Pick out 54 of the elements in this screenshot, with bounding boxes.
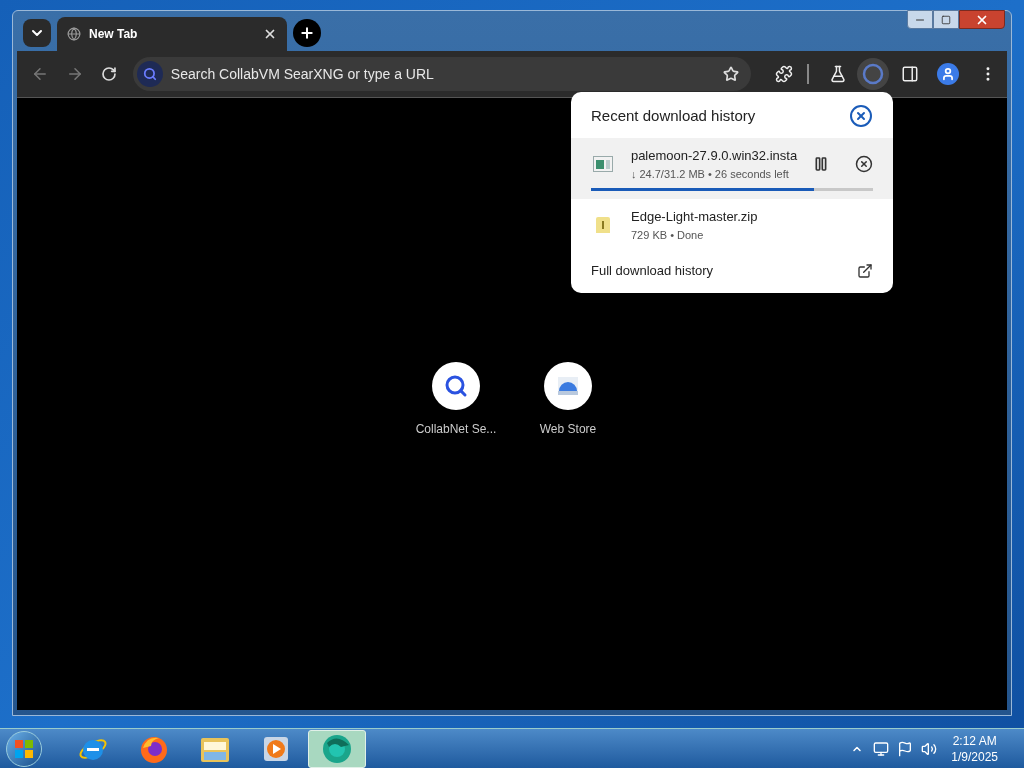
search-icon: [444, 374, 468, 398]
shortcut-label: Web Store: [539, 421, 597, 438]
close-tab-icon[interactable]: [263, 27, 277, 41]
download-item[interactable]: Edge-Light-master.zip 729 KB • Done: [571, 199, 893, 249]
profile-avatar[interactable]: [937, 63, 960, 85]
download-item[interactable]: palemoon-27.9.0.win32.insta ↓ 24.7/31.2 MB • 26 seconds left: [571, 138, 893, 199]
zip-folder-icon: [595, 215, 611, 235]
full-history-link[interactable]: Full download history: [591, 261, 714, 281]
start-button[interactable]: [6, 730, 42, 767]
plus-icon: [299, 25, 315, 41]
close-panel-icon[interactable]: [849, 104, 873, 128]
tab-title: New Tab: [89, 26, 139, 43]
back-icon[interactable]: [31, 65, 49, 83]
network-icon[interactable]: [873, 740, 890, 757]
taskbar-app[interactable]: [308, 729, 366, 768]
media-player-icon: [263, 735, 289, 762]
maximize-button[interactable]: [933, 10, 959, 29]
search-icon: [142, 67, 157, 81]
clock[interactable]: 2:12 AM 1/9/2025: [951, 732, 998, 765]
tab-search-button[interactable]: [23, 19, 51, 47]
maximize-icon: [941, 14, 951, 25]
shortcut-tile[interactable]: Web Store: [512, 362, 624, 438]
downloads-button[interactable]: [857, 58, 890, 90]
download-progress-ring-icon: [862, 63, 885, 85]
panel-title: Recent download history: [591, 105, 756, 126]
volume-icon[interactable]: [921, 740, 938, 757]
reload-icon[interactable]: [100, 66, 117, 82]
download-status: 729 KB • Done: [631, 227, 705, 243]
minimize-button[interactable]: [907, 10, 933, 29]
external-link-icon[interactable]: [857, 262, 873, 279]
clock-time: 2:12 AM: [952, 732, 997, 749]
globe-icon: [67, 27, 81, 41]
file-name: palemoon-27.9.0.win32.insta: [630, 147, 798, 165]
flag-icon[interactable]: [897, 740, 914, 757]
bookmark-star-icon[interactable]: [723, 66, 740, 82]
cancel-icon[interactable]: [855, 155, 873, 173]
shortcut-label: CollabNet Se...: [415, 421, 497, 438]
extensions-icon[interactable]: [775, 65, 794, 83]
file-name: Edge-Light-master.zip: [631, 208, 759, 226]
address-input[interactable]: Search CollabVM SearXNG or type a URL: [170, 63, 724, 85]
close-window-button[interactable]: [959, 10, 1005, 29]
clock-date: 1/9/2025: [951, 748, 998, 765]
installer-file-icon: [592, 156, 613, 172]
address-bar[interactable]: Search CollabVM SearXNG or type a URL: [132, 57, 752, 91]
browser-app-icon: [321, 732, 353, 765]
browser-tab[interactable]: New Tab: [57, 17, 287, 51]
new-tab-button[interactable]: [293, 19, 321, 47]
person-icon: [941, 67, 956, 81]
windows-logo-icon: [14, 738, 34, 759]
flask-icon[interactable]: [829, 65, 848, 83]
download-status: ↓ 24.7/31.2 MB • 26 seconds left: [630, 166, 790, 182]
shortcut-tile[interactable]: CollabNet Se...: [400, 362, 512, 438]
web-store-icon: [557, 377, 579, 395]
side-panel-icon[interactable]: [901, 65, 920, 83]
